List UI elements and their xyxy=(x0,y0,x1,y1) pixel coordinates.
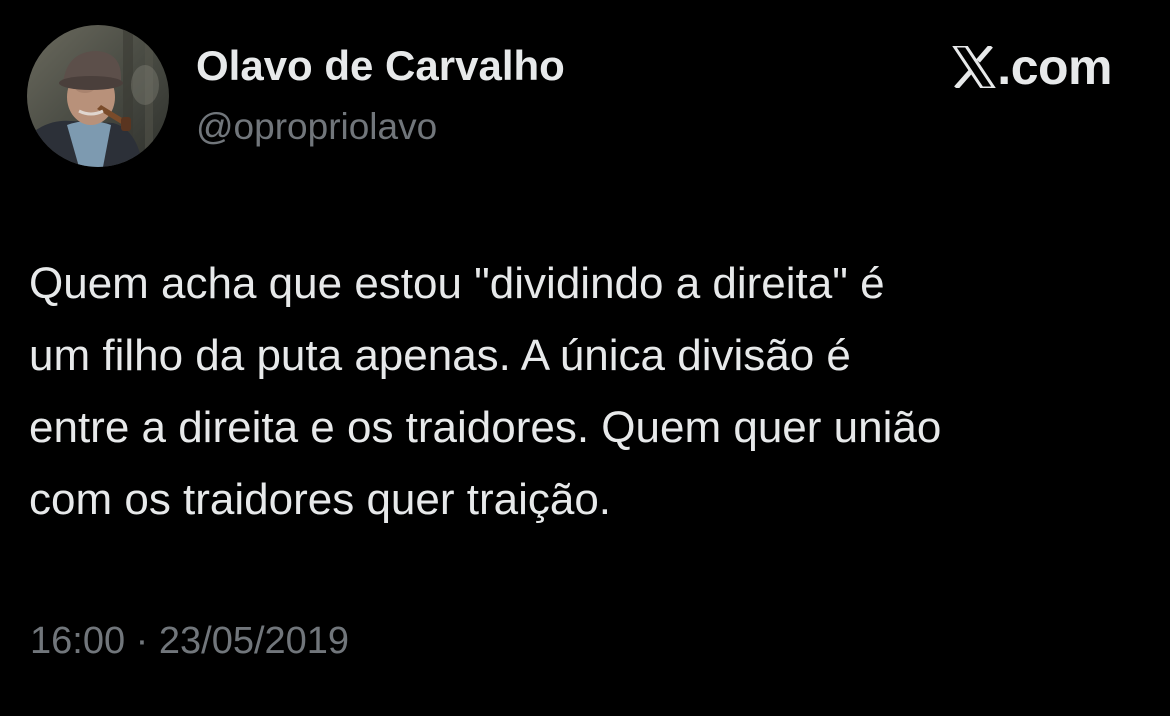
tweet-time: 16:00 xyxy=(30,620,126,662)
avatar[interactable] xyxy=(27,25,169,167)
x-logo-icon xyxy=(952,46,997,88)
author-display-name[interactable]: Olavo de Carvalho xyxy=(196,40,565,92)
x-com-logo[interactable]: .com xyxy=(952,38,1112,96)
tweet-date: 23/05/2019 xyxy=(158,620,350,662)
tweet-timestamp[interactable]: 16:00 · 23/05/2019 xyxy=(30,617,349,665)
site-domain-text: .com xyxy=(997,39,1112,95)
timestamp-separator: · xyxy=(135,620,149,662)
author-handle[interactable]: @opropriolavo xyxy=(196,104,437,150)
tweet-text: Quem acha que estou "dividindo a direita… xyxy=(29,259,942,524)
profile-photo-avatar xyxy=(27,25,169,167)
